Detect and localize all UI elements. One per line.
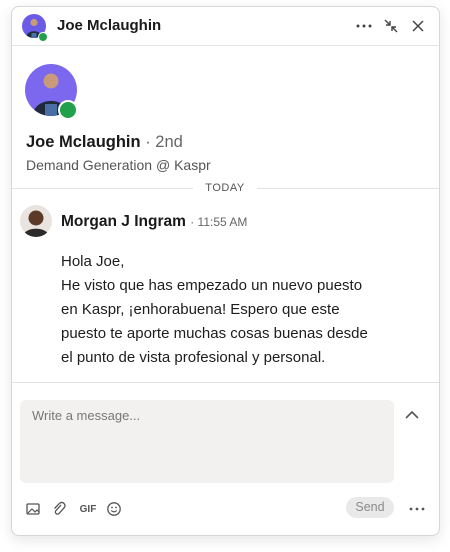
date-divider-label: TODAY xyxy=(193,182,257,194)
image-icon xyxy=(26,503,40,515)
profile-headline: Demand Generation @ Kaspr xyxy=(26,157,211,173)
gif-button[interactable]: GIF xyxy=(76,500,100,518)
close-icon xyxy=(412,20,424,32)
expand-composer-button[interactable] xyxy=(402,407,422,423)
message-sender: Morgan J Ingram · 11:55 AM xyxy=(61,213,247,231)
connection-degree: · 2nd xyxy=(145,133,183,151)
conversation-header[interactable]: Joe Mclaughin xyxy=(12,7,439,46)
profile-name-text[interactable]: Joe Mclaughin xyxy=(26,133,141,151)
compose-separator xyxy=(12,382,439,383)
chevron-up-icon xyxy=(405,410,419,419)
message-line: He visto que has empezado un nuevo puest… xyxy=(61,277,363,294)
attach-image-button[interactable] xyxy=(24,500,42,518)
minimize-button[interactable] xyxy=(381,16,401,36)
message-input[interactable] xyxy=(30,407,374,424)
message-timestamp: · 11:55 AM xyxy=(190,215,248,229)
message-composer[interactable] xyxy=(20,400,394,483)
message-line: puesto te aporte muchas cosas buenas des… xyxy=(61,325,368,342)
online-status-dot xyxy=(38,32,48,42)
more-icon xyxy=(409,507,425,511)
online-status-dot xyxy=(58,100,78,120)
more-icon xyxy=(356,24,372,28)
message-body: Hola Joe, He visto que has empezado un n… xyxy=(61,250,411,370)
profile-name[interactable]: Joe Mclaughin · 2nd xyxy=(26,133,183,152)
compose-more-button[interactable] xyxy=(408,500,426,518)
sender-name[interactable]: Morgan J Ingram xyxy=(61,213,186,230)
minimize-icon xyxy=(384,19,398,33)
message-line: el punto de vista profesional y personal… xyxy=(61,349,326,366)
paperclip-icon xyxy=(54,501,66,515)
emoji-icon xyxy=(107,502,121,516)
messaging-window: Joe Mclaughin Joe Mclaughin · 2nd Demand… xyxy=(11,6,440,536)
attach-file-button[interactable] xyxy=(50,500,68,518)
send-button[interactable]: Send xyxy=(346,497,394,518)
sender-avatar[interactable] xyxy=(20,205,52,237)
conversation-title[interactable]: Joe Mclaughin xyxy=(57,17,161,34)
emoji-button[interactable] xyxy=(105,500,123,518)
person-avatar-icon xyxy=(23,210,49,237)
more-options-button[interactable] xyxy=(354,16,374,36)
message-line: Hola Joe, xyxy=(61,253,125,270)
close-button[interactable] xyxy=(408,16,428,36)
message-line: en Kaspr, ¡enhorabuena! Espero que este xyxy=(61,301,340,318)
